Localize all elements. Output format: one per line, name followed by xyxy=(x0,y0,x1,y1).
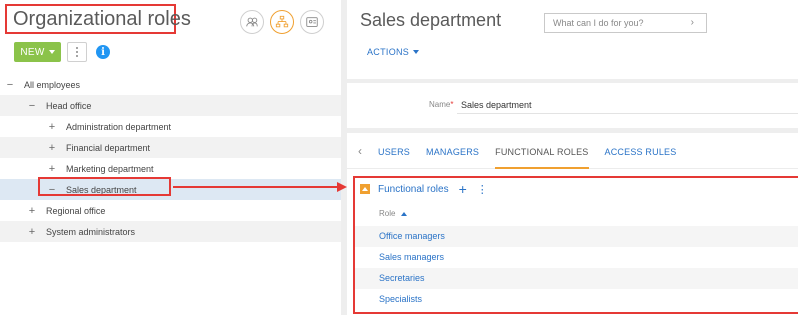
org-roles-panel: Organizational roles NEW i − All employe… xyxy=(0,0,341,315)
new-button-label: NEW xyxy=(20,46,45,58)
role-column-header[interactable]: Role xyxy=(379,209,408,218)
functional-roles-view-button[interactable] xyxy=(300,10,324,34)
org-tree: − All employees − Head office + Administ… xyxy=(0,74,341,242)
actions-button[interactable]: ACTIONS xyxy=(367,47,420,57)
expand-toggle-icon[interactable]: + xyxy=(26,205,38,217)
tree-item-all-employees[interactable]: − All employees xyxy=(0,74,341,95)
chevron-left-icon[interactable]: ‹ xyxy=(358,144,362,158)
tree-item-head-office[interactable]: − Head office xyxy=(0,95,341,116)
record-header: Sales department What can I do for you? … xyxy=(347,0,798,79)
tree-item-label: Regional office xyxy=(46,205,106,216)
expand-toggle-icon[interactable]: + xyxy=(46,163,58,175)
name-field[interactable]: Sales department xyxy=(457,98,798,114)
add-icon[interactable]: + xyxy=(459,181,467,197)
new-button[interactable]: NEW xyxy=(14,42,61,62)
caret-down-icon xyxy=(413,50,420,54)
expand-toggle-icon[interactable]: + xyxy=(26,226,38,238)
tree-item-label: All employees xyxy=(24,79,81,90)
functional-roles-detail: Functional roles + ⋮ Role Office manager… xyxy=(353,176,798,314)
list-item[interactable]: Specialists xyxy=(355,289,798,310)
tab-functional-roles[interactable]: FUNCTIONAL ROLES xyxy=(495,133,589,169)
collapse-toggle-icon[interactable]: − xyxy=(26,100,38,112)
vertical-dots-icon[interactable]: ⋮ xyxy=(477,183,488,196)
collapse-toggle-icon[interactable]: − xyxy=(4,79,16,91)
users-icon xyxy=(246,17,258,27)
tree-item-system-administrators[interactable]: + System administrators xyxy=(0,221,341,242)
tab-access-rules[interactable]: ACCESS RULES xyxy=(605,133,677,169)
tree-item-label: Administration department xyxy=(66,121,172,132)
detail-tabs: ‹ USERS MANAGERS FUNCTIONAL ROLES ACCESS… xyxy=(347,133,798,169)
record-fields: Name* Sales department xyxy=(347,83,798,128)
chevron-right-icon[interactable]: › xyxy=(691,14,694,32)
more-options-button[interactable] xyxy=(67,42,87,62)
name-label-text: Name xyxy=(429,100,451,109)
expand-toggle-icon[interactable]: + xyxy=(46,121,58,133)
tree-item-regional-office[interactable]: + Regional office xyxy=(0,200,341,221)
detail-title: Functional roles xyxy=(378,183,449,195)
tree-item-administration-department[interactable]: + Administration department xyxy=(0,116,341,137)
tree-item-label: Financial department xyxy=(66,142,151,153)
selection-highlight xyxy=(38,177,171,196)
tab-users[interactable]: USERS xyxy=(378,133,410,169)
tree-item-label: Marketing department xyxy=(66,163,154,174)
tree-item-financial-department[interactable]: + Financial department xyxy=(0,137,341,158)
caret-up-icon xyxy=(362,187,368,191)
expand-toggle-icon[interactable]: + xyxy=(46,142,58,154)
tree-item-label: System administrators xyxy=(46,226,136,237)
record-title: Sales department xyxy=(360,10,502,30)
org-structure-view-button[interactable] xyxy=(270,10,294,34)
column-header-label: Role xyxy=(379,209,396,218)
list-item[interactable]: Secretaries xyxy=(355,268,798,289)
tab-managers[interactable]: MANAGERS xyxy=(426,133,479,169)
record-details: ‹ USERS MANAGERS FUNCTIONAL ROLES ACCESS… xyxy=(347,133,798,315)
detail-header: Functional roles + ⋮ xyxy=(355,178,488,200)
role-card-icon xyxy=(306,17,318,27)
list-item[interactable]: Office managers xyxy=(355,226,798,247)
tree-item-label: Head office xyxy=(46,100,92,111)
list-item[interactable]: Sales managers xyxy=(355,247,798,268)
search-placeholder: What can I do for you? xyxy=(553,18,644,28)
org-chart-icon xyxy=(275,15,289,28)
roles-list: Office managers Sales managers Secretari… xyxy=(355,226,798,310)
tree-item-marketing-department[interactable]: + Marketing department xyxy=(0,158,341,179)
actions-label: ACTIONS xyxy=(367,47,410,57)
sort-ascending-icon xyxy=(401,211,408,216)
name-field-label: Name* xyxy=(429,100,453,109)
annotation-arrow xyxy=(173,182,347,192)
app-root: Organizational roles NEW i − All employe… xyxy=(0,0,798,315)
required-marker: * xyxy=(450,100,454,109)
caret-down-icon xyxy=(48,50,55,54)
users-view-button[interactable] xyxy=(240,10,264,34)
info-icon[interactable]: i xyxy=(96,45,110,59)
vertical-dots-icon xyxy=(76,51,78,53)
command-search-input[interactable]: What can I do for you? › xyxy=(544,13,707,33)
page-title: Organizational roles xyxy=(5,4,191,34)
collapse-detail-button[interactable] xyxy=(360,184,370,194)
